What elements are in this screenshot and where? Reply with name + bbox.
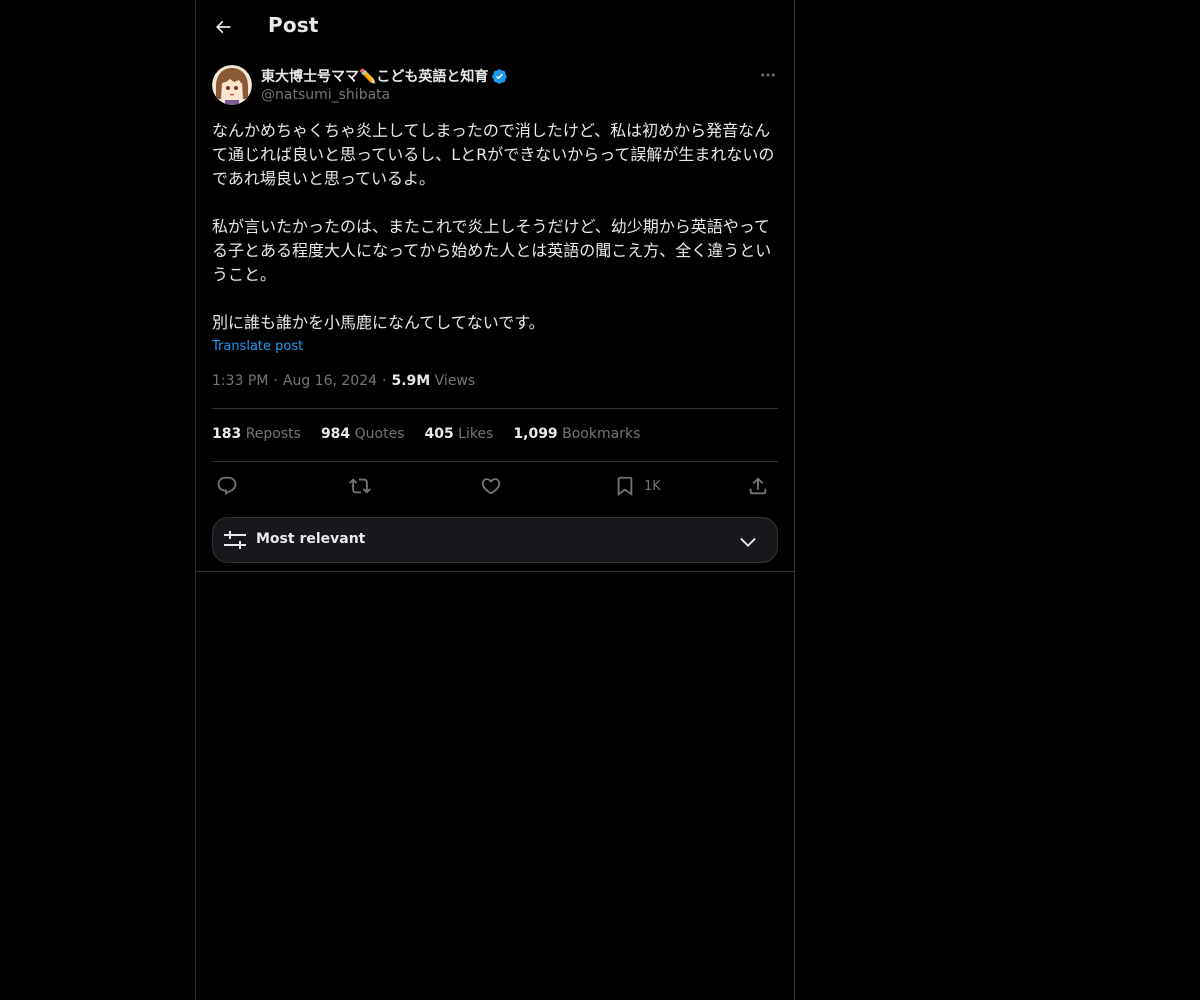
action-bar: 1K [212, 473, 778, 499]
verified-badge-icon [492, 68, 508, 84]
page-title: Post [268, 13, 319, 37]
post-date[interactable]: Aug 16, 2024 [283, 373, 377, 389]
heart-icon [481, 478, 501, 495]
quotes-stat[interactable]: 984 Quotes [321, 426, 405, 442]
post-paragraph: 別に誰も誰かを小馬鹿になんてしてないです。 [212, 313, 545, 332]
more-options-button[interactable] [756, 64, 780, 86]
main-column: Post 東大博士号ママ✏️こども英語と知育 @natsumi_shibata … [195, 0, 795, 1000]
reply-button[interactable] [216, 473, 238, 499]
translate-post-link[interactable]: Translate post [212, 339, 303, 354]
divider [212, 408, 778, 409]
post-stats: 183 Reposts 984 Quotes 405 Likes 1,099 B… [212, 426, 640, 442]
sliders-icon [224, 531, 246, 549]
likes-stat[interactable]: 405 Likes [424, 426, 493, 442]
sort-replies-dropdown[interactable]: Most relevant [212, 517, 778, 563]
bookmark-button[interactable]: 1K [614, 473, 661, 499]
author-name[interactable]: 東大博士号ママ✏️こども英語と知育 [261, 66, 508, 86]
avatar-image [212, 65, 252, 105]
repost-icon [349, 478, 371, 494]
bookmarks-stat[interactable]: 1,099 Bookmarks [513, 426, 640, 442]
bookmark-count: 1K [644, 478, 661, 494]
views-count: 5.9M [391, 373, 431, 389]
bookmark-icon [617, 476, 633, 497]
post-text: なんかめちゃくちゃ炎上してしまったので消したけど、私は初めから発音なんて通じれば… [212, 119, 780, 335]
arrow-left-icon [215, 20, 231, 34]
post-meta: 1:33 PM · Aug 16, 2024 · 5.9M Views [212, 373, 476, 389]
author-handle[interactable]: @natsumi_shibata [261, 87, 390, 103]
avatar[interactable] [212, 65, 252, 105]
divider [196, 571, 794, 572]
share-icon [749, 477, 767, 495]
sort-label: Most relevant [256, 531, 366, 547]
post-paragraph: 私が言いたかったのは、またこれで炎上しそうだけど、幼少期から英語やってる子とある… [212, 217, 772, 284]
post-time[interactable]: 1:33 PM [212, 373, 268, 389]
chevron-down-icon [740, 537, 756, 547]
views-label: Views [434, 373, 476, 389]
back-button[interactable] [208, 10, 238, 44]
reposts-stat[interactable]: 183 Reposts [212, 426, 301, 442]
divider [212, 461, 778, 462]
author-name-text: 東大博士号ママ✏️こども英語と知育 [261, 69, 489, 85]
share-button[interactable] [747, 473, 769, 499]
reply-icon [217, 476, 237, 495]
post-paragraph: なんかめちゃくちゃ炎上してしまったので消したけど、私は初めから発音なんて通じれば… [212, 121, 775, 188]
like-button[interactable] [480, 473, 502, 499]
repost-button[interactable] [349, 473, 371, 499]
more-horizontal-icon [761, 73, 775, 77]
top-header: Post [196, 0, 794, 54]
